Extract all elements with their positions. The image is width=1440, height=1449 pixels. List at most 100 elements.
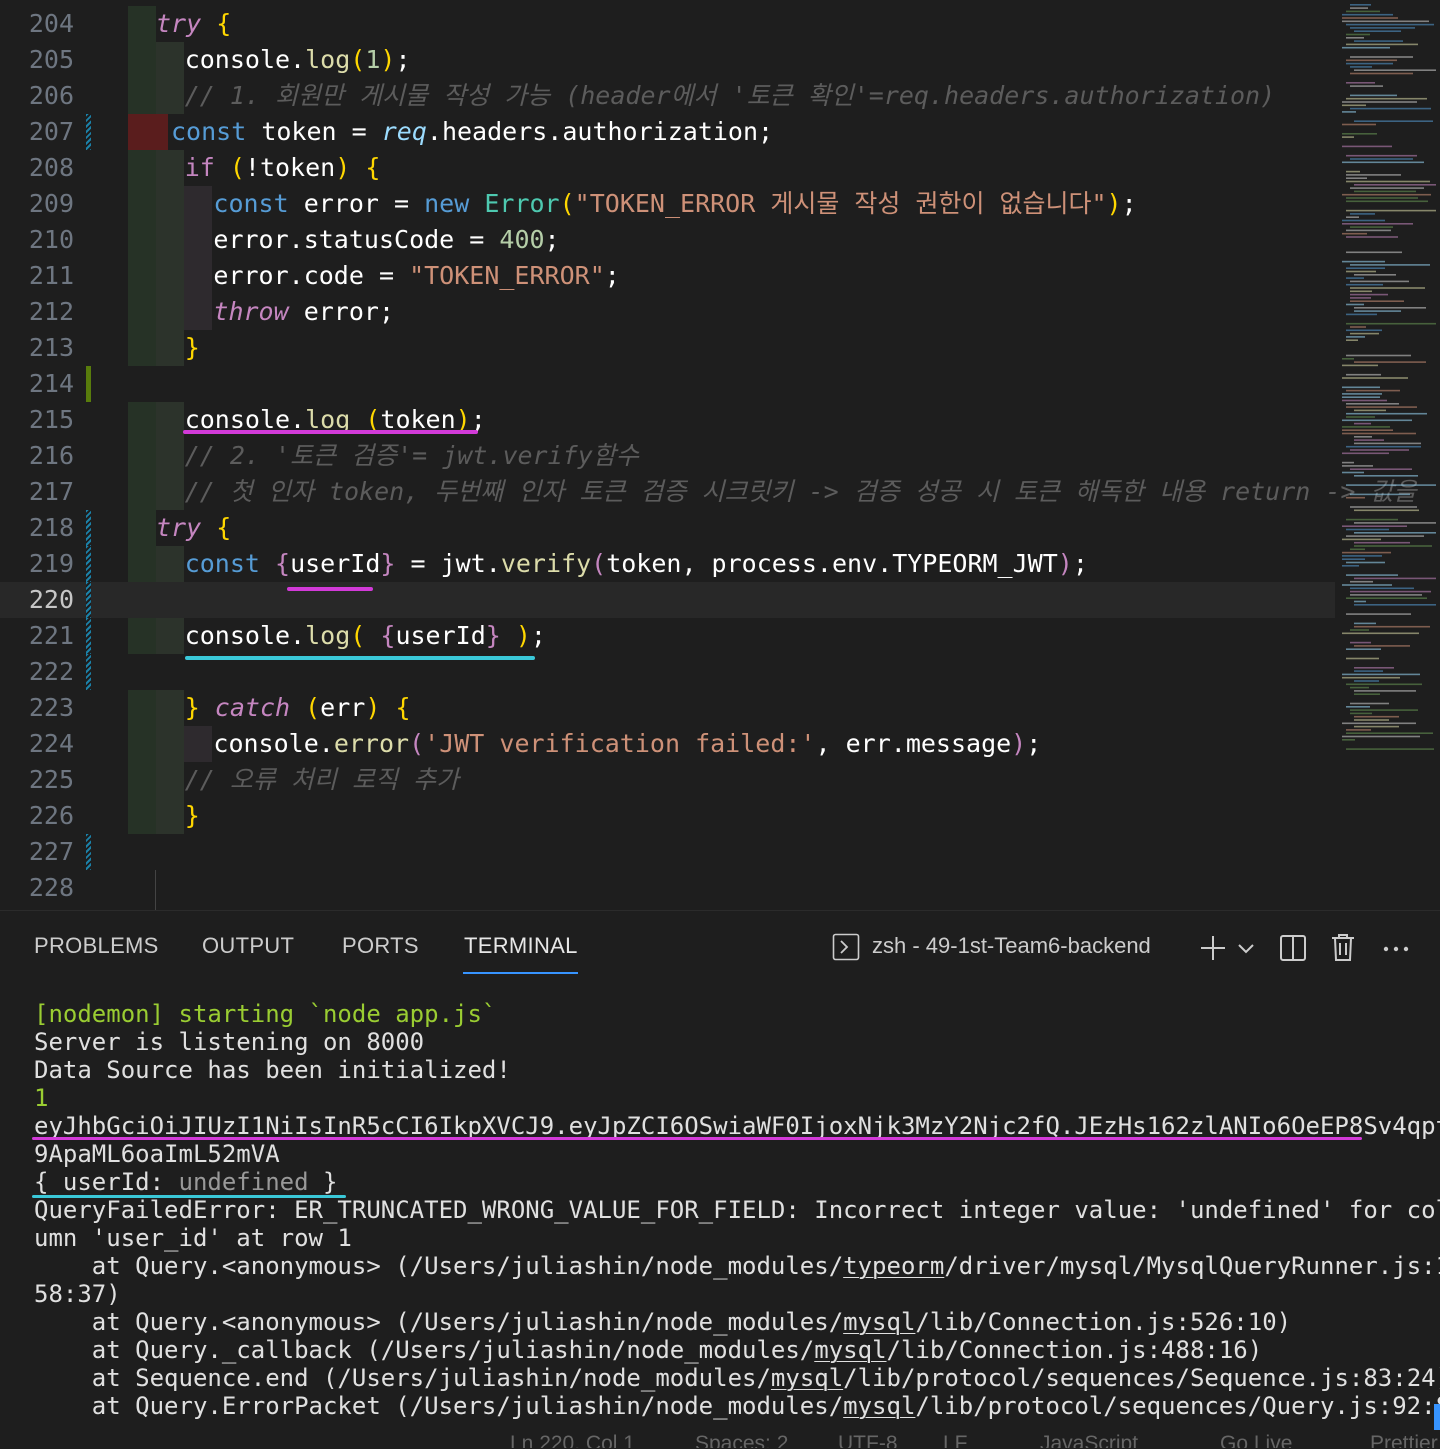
minimap-line xyxy=(1342,111,1356,113)
split-icon[interactable] xyxy=(1279,934,1307,962)
code-line[interactable]: 205 console.log(1); xyxy=(0,42,1335,78)
code-line[interactable]: 216 // 2. '토큰 검증'= jwt.verify함수 xyxy=(0,438,1335,474)
code-token: "TOKEN_ERROR" xyxy=(409,261,605,290)
gutter-added-marker[interactable] xyxy=(86,366,91,402)
code-line[interactable]: 228 xyxy=(0,870,1335,906)
indent-guide xyxy=(156,78,184,114)
indent-guide xyxy=(128,42,156,78)
minimap-line xyxy=(1350,85,1383,87)
code-line[interactable]: 217 // 첫 인자 token, 두번째 인자 토큰 검증 시크릿키 -> 검… xyxy=(0,474,1417,510)
language-mode[interactable]: JavaScript xyxy=(1040,1432,1138,1448)
gutter-modified-marker[interactable] xyxy=(86,618,91,654)
gutter-modified-marker[interactable] xyxy=(86,582,91,618)
minimap-line xyxy=(1346,277,1364,279)
code-line[interactable]: 210 error.statusCode = 400; xyxy=(0,222,1335,258)
code-line[interactable]: 214 xyxy=(0,366,1335,402)
terminal-text: /lib/protocol/sequences/Query.js:92:8 xyxy=(915,1392,1440,1420)
code-token: token xyxy=(261,117,352,146)
minimap-line xyxy=(1346,283,1383,286)
minimap-line xyxy=(1350,629,1369,631)
code-line[interactable]: 224 console.error('JWT verification faile… xyxy=(0,726,1335,762)
indentation[interactable]: Spaces: 2 xyxy=(695,1432,788,1448)
terminal-line: at Query._callback (/Users/juliashin/nod… xyxy=(34,1336,1262,1364)
code-token: ; xyxy=(758,117,774,146)
cursor-position[interactable]: Ln 220, Col 1 xyxy=(510,1432,635,1448)
minimap-line xyxy=(1346,236,1398,238)
code-token: error xyxy=(303,189,395,218)
gutter-modified-marker[interactable] xyxy=(86,510,91,546)
code-line[interactable]: 226} xyxy=(0,798,1335,834)
code-token: error xyxy=(213,261,289,290)
gutter-modified-marker[interactable] xyxy=(86,546,91,582)
minimap-line xyxy=(1346,170,1360,173)
code-line[interactable]: 227 xyxy=(0,834,1335,870)
terminal-text: at Sequence.end (/Users/juliashin/node_m… xyxy=(34,1364,771,1392)
minimap-line xyxy=(1342,551,1391,554)
code-line[interactable]: 220 xyxy=(0,582,1335,618)
encoding[interactable]: UTF-8 xyxy=(838,1432,898,1448)
code-token: ; xyxy=(395,45,411,74)
indent-guide xyxy=(184,258,212,294)
minimap-line xyxy=(1346,373,1381,376)
minimap[interactable] xyxy=(1338,0,1440,910)
tab-output[interactable]: OUTPUT xyxy=(202,933,294,959)
minimap-line xyxy=(1354,439,1384,441)
code-token: // 첫 인자 token, 두번째 인자 토큰 검증 시크릿키 -> 검증 성… xyxy=(184,477,1417,506)
minimap-line xyxy=(1350,594,1422,596)
code-token: { xyxy=(365,153,381,182)
code-token: = xyxy=(395,549,441,578)
terminal-scroll-indicator[interactable] xyxy=(1434,1404,1440,1430)
gutter-modified-marker[interactable] xyxy=(86,654,91,690)
code-editor[interactable]: 204 try {205 console.log(1); 206// 1. 회원만 게… xyxy=(0,0,1440,910)
code-token: error xyxy=(333,729,410,758)
indent-guide xyxy=(128,438,156,474)
code-token: console xyxy=(184,621,291,650)
gutter-modified-marker[interactable] xyxy=(86,114,91,150)
prettier[interactable]: Prettier xyxy=(1370,1432,1438,1448)
indent-guide xyxy=(128,294,156,330)
code-line[interactable]: 225 // 오류 처리 로직 추가 xyxy=(0,762,1335,798)
line-number: 227 xyxy=(28,837,74,866)
code-line[interactable]: 219 const {userId} = jwt.verify(token, pr… xyxy=(0,546,1335,582)
code-line[interactable]: 213} xyxy=(0,330,1335,366)
code-token: ; xyxy=(530,621,546,650)
trash-icon[interactable] xyxy=(1330,932,1356,962)
code-line[interactable]: 218 try { xyxy=(0,510,1335,546)
minimap-line xyxy=(1342,538,1381,541)
minimap-line xyxy=(1346,62,1393,65)
more-icon[interactable] xyxy=(1382,945,1410,953)
code-line[interactable]: 209 const error = new Error("TOKEN_ERROR … xyxy=(0,186,1335,222)
chevron-down-icon[interactable] xyxy=(1237,943,1255,955)
minimap-line xyxy=(1342,465,1373,467)
terminal-text: mysql xyxy=(814,1336,887,1364)
minimap-line xyxy=(1342,432,1416,435)
minimap-line xyxy=(1346,267,1385,269)
tab-problems[interactable]: PROBLEMS xyxy=(34,933,159,959)
tab-terminal[interactable]: TERMINAL xyxy=(464,933,578,959)
code-line[interactable]: 208 if (!token) { xyxy=(0,150,1335,186)
code-line[interactable]: 223} catch (err) { xyxy=(0,690,1335,726)
minimap-line xyxy=(1342,735,1420,738)
terminal-text: /lib/Connection.js:526:10) xyxy=(915,1308,1292,1336)
indent-guide xyxy=(128,150,156,186)
minimap-line xyxy=(1346,648,1381,650)
go-live[interactable]: Go Live xyxy=(1220,1432,1292,1448)
line-ending[interactable]: LF xyxy=(943,1432,968,1448)
code-token: ; xyxy=(1072,549,1088,578)
code-line[interactable]: 212 throw error; xyxy=(0,294,1335,330)
gutter-modified-marker[interactable] xyxy=(86,834,91,870)
code-line[interactable]: 221 console.log( {userId} ); xyxy=(0,618,1335,654)
minimap-line xyxy=(1342,364,1378,367)
minimap-line xyxy=(1342,377,1408,379)
minimap-line xyxy=(1354,522,1436,524)
code-line[interactable]: 211 error.code = "TOKEN_ERROR"; xyxy=(0,258,1335,294)
minimap-line xyxy=(1354,600,1366,603)
plus-icon[interactable] xyxy=(1199,934,1227,962)
minimap-line xyxy=(1346,561,1385,564)
code-line[interactable]: 206 // 1. 회원만 게시물 작성 가능 (header에서 '토큰 확인'… xyxy=(0,78,1335,114)
code-line[interactable]: 204 try { xyxy=(0,6,1335,42)
minimap-line xyxy=(1342,673,1420,676)
line-number: 210 xyxy=(28,225,74,254)
tab-ports[interactable]: PORTS xyxy=(342,933,419,959)
code-line[interactable]: 207 const token = req.headers.authorizati… xyxy=(0,114,1335,150)
